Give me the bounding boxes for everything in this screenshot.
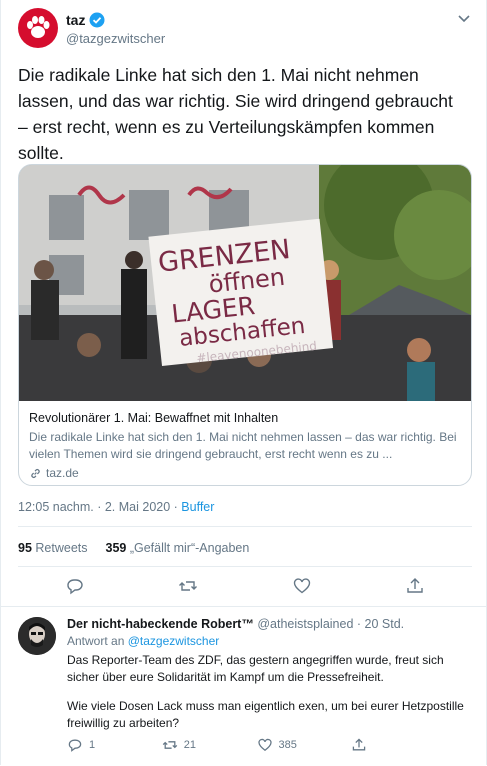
- reply-likes-count: 385: [278, 739, 297, 751]
- tweet-time[interactable]: 12:05 nachm. · 2. Mai 2020 ·: [18, 500, 181, 514]
- share-icon: [407, 578, 423, 593]
- reply-author-handle[interactable]: @atheistsplained: [257, 617, 353, 631]
- share-icon: [353, 738, 366, 751]
- reply-avatar[interactable]: [18, 617, 56, 655]
- divider: [18, 526, 472, 527]
- divider: [18, 566, 472, 567]
- reply-retweet-button[interactable]: 21: [162, 737, 257, 753]
- reply-replies-count: 1: [89, 739, 96, 751]
- retweet-icon: [162, 741, 178, 749]
- card-image: GRENZEN öffnen LAGER abschaffen #leaveno…: [19, 165, 471, 401]
- reply-like-button[interactable]: 385: [257, 737, 352, 753]
- tweet-source[interactable]: Buffer: [181, 500, 214, 514]
- tweet-text: Die radikale Linke hat sich den 1. Mai n…: [18, 65, 453, 163]
- tweet-header: taz @tazgezwitscher: [18, 8, 474, 52]
- more-menu-button[interactable]: [454, 8, 474, 28]
- link-icon: [31, 468, 40, 478]
- share-button[interactable]: [395, 576, 435, 598]
- reply-icon: [67, 579, 83, 595]
- retweet-icon: [179, 581, 198, 591]
- reply-retweets-count: 21: [183, 739, 196, 751]
- reply-paragraph-2: Wie viele Dosen Lack muss man eigentlich…: [67, 699, 464, 730]
- card-domain: taz.de: [46, 466, 79, 480]
- link-card[interactable]: GRENZEN öffnen LAGER abschaffen #leaveno…: [18, 164, 472, 486]
- reply-reply-button[interactable]: 1: [67, 737, 162, 753]
- account-handle[interactable]: @tazgezwitscher: [66, 31, 165, 46]
- tweet-actions: [18, 576, 472, 598]
- account-name[interactable]: taz: [66, 12, 85, 28]
- reply-author-name[interactable]: Der nicht-habeckende Robert™: [67, 617, 254, 631]
- reply-share-button[interactable]: [351, 737, 446, 753]
- reply-button[interactable]: [55, 576, 95, 598]
- card-title: Revolutionärer 1. Mai: Bewaffnet mit Inh…: [29, 411, 279, 425]
- reply-paragraph-1: Das Reporter-Team des ZDF, das gestern a…: [67, 653, 444, 684]
- chevron-down-icon: [458, 15, 470, 23]
- reply-to-handle[interactable]: @tazgezwitscher: [128, 634, 220, 648]
- reply-text: Das Reporter-Team des ZDF, das gestern a…: [67, 652, 474, 732]
- reply-time[interactable]: · 20 Std.: [353, 617, 404, 631]
- reply-icon: [68, 739, 82, 752]
- verified-badge-icon: [89, 12, 105, 28]
- tweet-stats: 95 Retweets 359 „Gefällt mir“-Angaben: [18, 541, 249, 555]
- like-button[interactable]: [282, 576, 322, 598]
- reply-to-line: Antwort an @tazgezwitscher: [67, 634, 220, 648]
- paw-logo-icon: [27, 16, 50, 38]
- tweet-timestamp: 12:05 nachm. · 2. Mai 2020 · Buffer: [18, 500, 214, 514]
- heart-icon: [293, 578, 310, 594]
- tweet-detail: taz @tazgezwitscher Die radikale Linke h…: [0, 0, 487, 765]
- heart-icon: [257, 738, 272, 752]
- retweet-button[interactable]: [168, 576, 208, 598]
- taz-avatar[interactable]: [18, 8, 58, 48]
- reply-tweet[interactable]: Der nicht-habeckende Robert™ @atheistspl…: [1, 606, 486, 766]
- card-description: Die radikale Linke hat sich den 1. Mai n…: [29, 430, 457, 461]
- retweets-stat[interactable]: 95 Retweets: [18, 541, 88, 555]
- reply-actions: 1 21 385: [67, 737, 446, 753]
- likes-stat[interactable]: 359 „Gefällt mir“-Angaben: [106, 541, 250, 555]
